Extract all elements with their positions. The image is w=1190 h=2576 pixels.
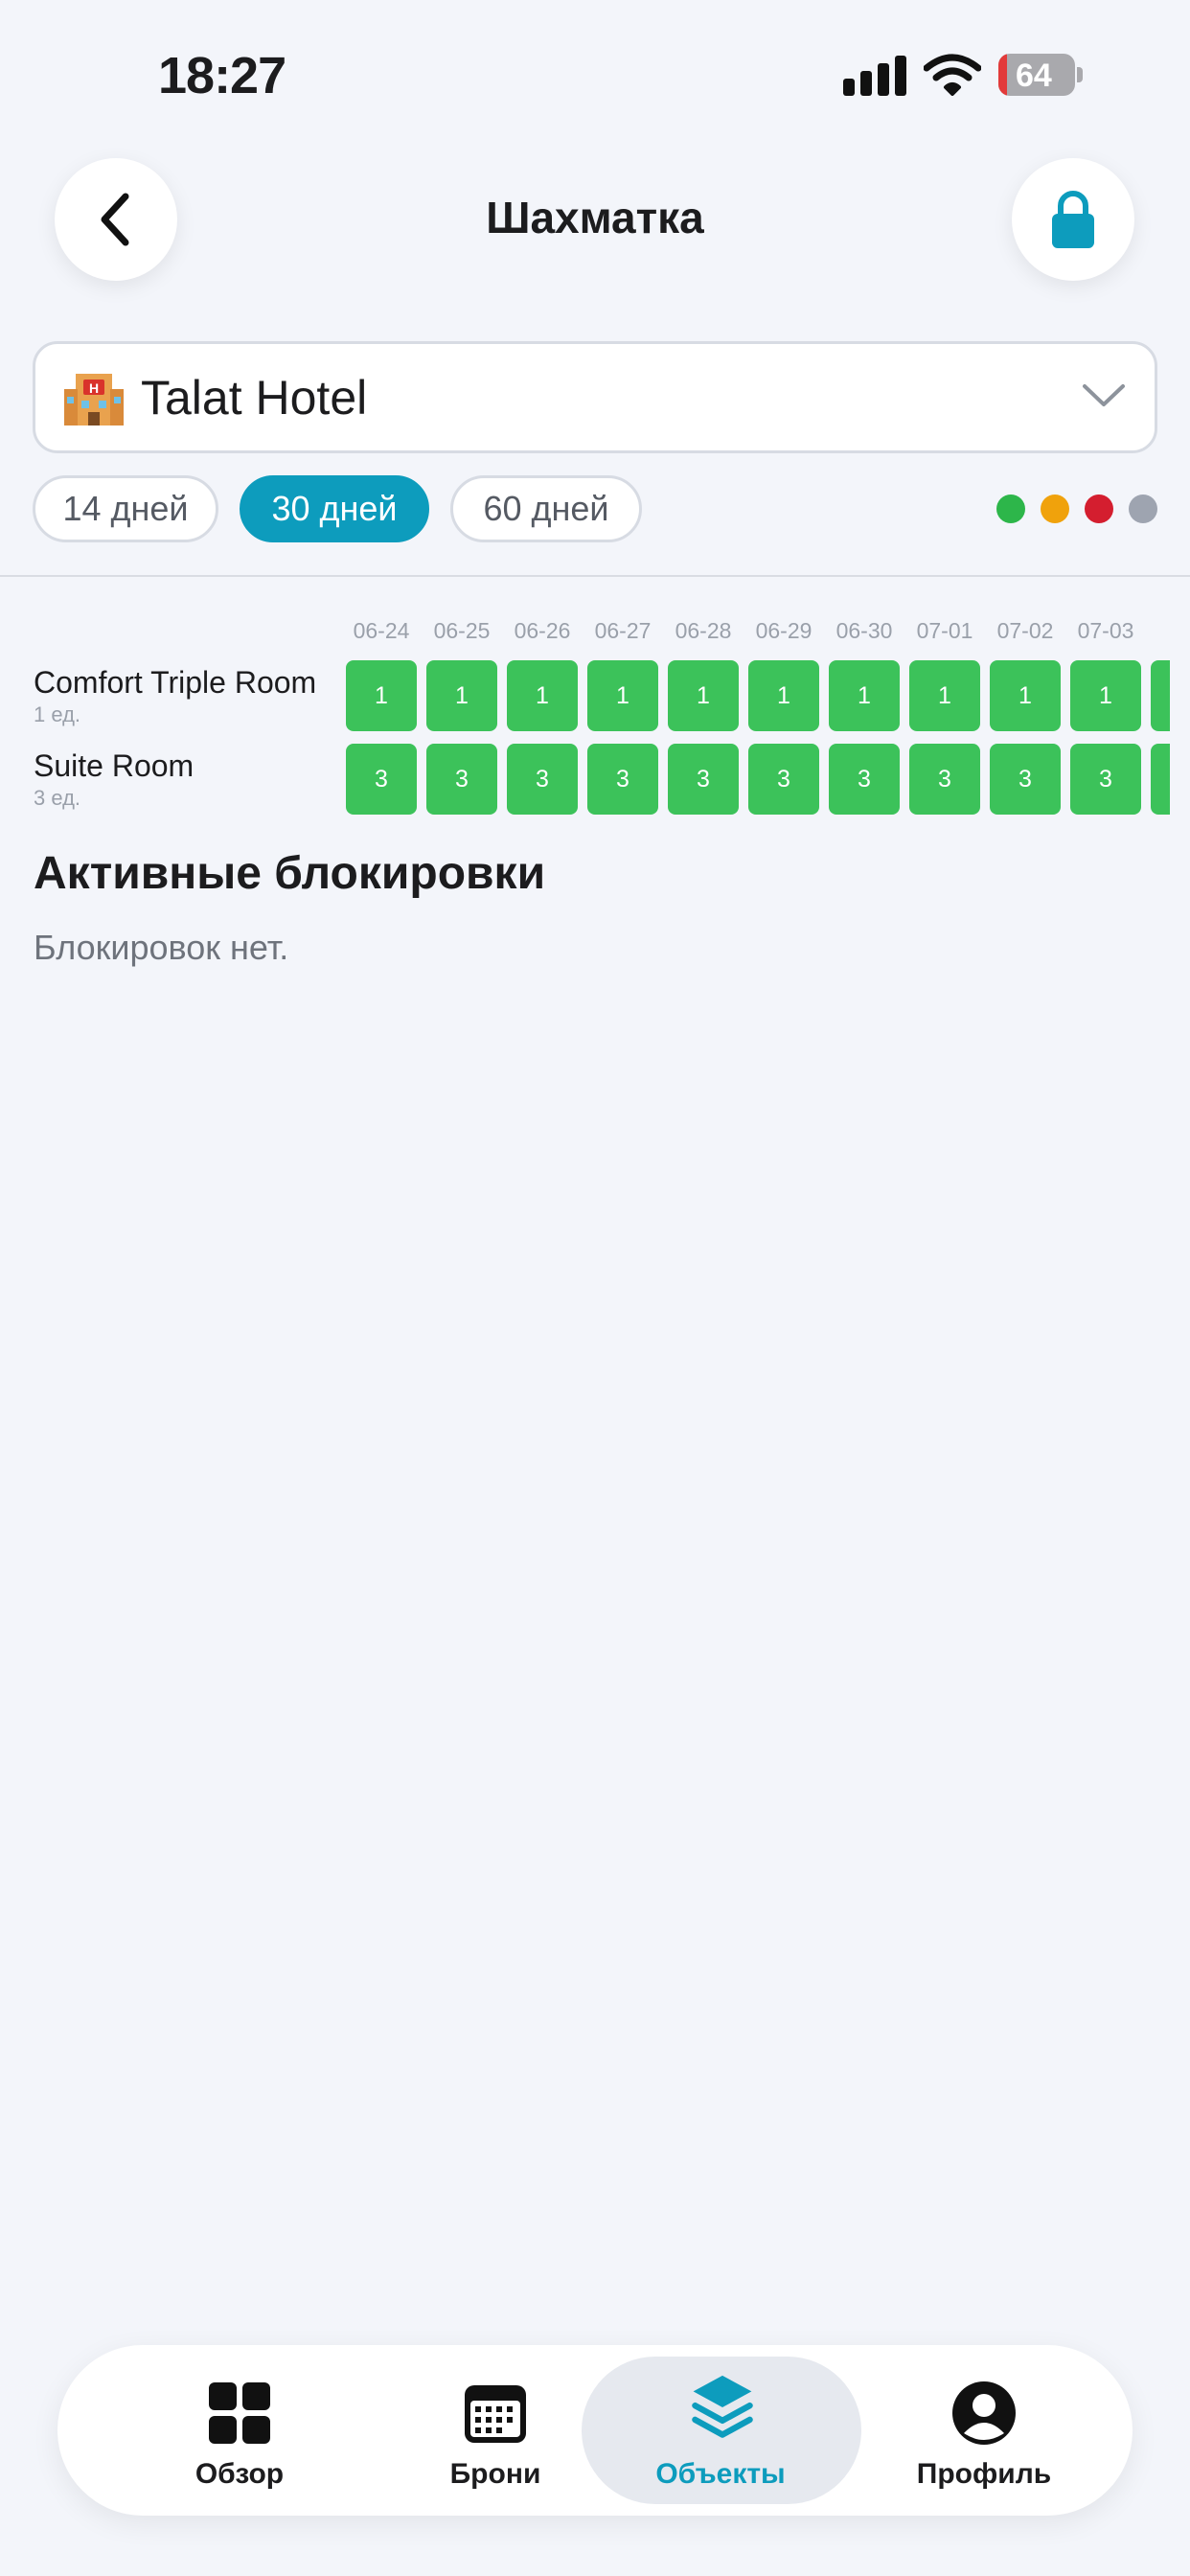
availability-cell[interactable]: 3	[346, 744, 417, 815]
availability-cell[interactable]: 3	[829, 744, 900, 815]
layers-icon	[692, 2375, 753, 2438]
availability-cell[interactable]: 3	[748, 744, 819, 815]
room-name: Comfort Triple Room	[34, 665, 317, 700]
availability-cell[interactable]: 1	[1070, 660, 1141, 731]
legend-dot-gray	[1129, 494, 1157, 523]
battery-icon: 64	[998, 54, 1083, 96]
hotel-select[interactable]: H Talat Hotel	[33, 341, 1157, 453]
calendar-icon	[465, 2385, 526, 2443]
legend-dot-orange	[1041, 494, 1069, 523]
nav-item-overview[interactable]: Обзор	[101, 2345, 378, 2516]
legend-dot-red	[1085, 494, 1113, 523]
availability-cell[interactable]: 3	[990, 744, 1061, 815]
date-label: 06-30	[835, 618, 893, 643]
status-bar: 18:27 64	[0, 0, 1190, 144]
date-label: 07-01	[916, 618, 973, 643]
availability-cell[interactable]: 1	[587, 660, 658, 731]
lock-button[interactable]	[1012, 158, 1134, 281]
grid-icon	[209, 2382, 270, 2444]
room-units: 1 ед.	[34, 702, 81, 726]
availability-cell[interactable]: 1	[748, 660, 819, 731]
availability-cell[interactable]: 3	[426, 744, 497, 815]
room-name: Suite Room	[34, 748, 195, 783]
date-label: 07-03	[1077, 618, 1134, 643]
date-label: 06-25	[433, 618, 491, 643]
lock-icon	[1052, 191, 1094, 248]
date-label: 06-27	[594, 618, 652, 643]
availability-cell[interactable]: 3	[1070, 744, 1141, 815]
availability-cell[interactable]: 1	[909, 660, 980, 731]
period-14-days[interactable]: 14 дней	[33, 475, 218, 542]
cellular-signal-icon	[843, 56, 906, 96]
availability-cell[interactable]: 1	[829, 660, 900, 731]
battery-level: 64	[1016, 58, 1052, 94]
availability-cell-partial	[1151, 660, 1170, 731]
hotel-icon: H	[64, 373, 124, 426]
divider	[0, 575, 1190, 577]
page: 18:27 64 Шахматка H Talat Hotel 14 дней …	[0, 0, 1190, 2576]
availability-cell[interactable]: 3	[587, 744, 658, 815]
period-60-days[interactable]: 60 дней	[450, 475, 642, 542]
availability-cell[interactable]: 1	[426, 660, 497, 731]
blocks-empty-text: Блокировок нет.	[34, 928, 289, 967]
availability-cell[interactable]: 1	[507, 660, 578, 731]
chevron-down-icon	[1083, 384, 1125, 406]
date-label: 07-02	[996, 618, 1054, 643]
date-label: 06-28	[675, 618, 732, 643]
availability-cell-partial	[1151, 744, 1170, 815]
nav-item-objects[interactable]: Объекты	[582, 2345, 861, 2516]
availability-cell[interactable]: 1	[668, 660, 739, 731]
nav-item-profile[interactable]: Профиль	[845, 2345, 1123, 2516]
date-label: 06-29	[755, 618, 812, 643]
availability-cell[interactable]: 1	[990, 660, 1061, 731]
availability-cell[interactable]: 3	[909, 744, 980, 815]
legend-dot-green	[996, 494, 1025, 523]
bottom-nav: Обзор Брони Объекты Профиль	[57, 2345, 1133, 2516]
period-30-days[interactable]: 30 дней	[240, 475, 429, 542]
availability-cell[interactable]: 1	[346, 660, 417, 731]
blocks-title: Активные блокировки	[34, 848, 546, 899]
svg-text:H: H	[89, 380, 99, 396]
nav-label: Профиль	[916, 2458, 1052, 2490]
availability-cell[interactable]: 3	[507, 744, 578, 815]
date-label: 06-26	[514, 618, 571, 643]
nav-label: Объекты	[655, 2458, 786, 2490]
date-label: 06-24	[353, 618, 410, 643]
hotel-select-value: Talat Hotel	[141, 370, 368, 425]
status-time: 18:27	[158, 47, 286, 104]
room-units: 3 ед.	[34, 786, 81, 810]
nav-label: Обзор	[195, 2458, 285, 2490]
availability-cell[interactable]: 3	[668, 744, 739, 815]
profile-icon	[952, 2381, 1016, 2445]
wifi-icon	[924, 54, 981, 96]
